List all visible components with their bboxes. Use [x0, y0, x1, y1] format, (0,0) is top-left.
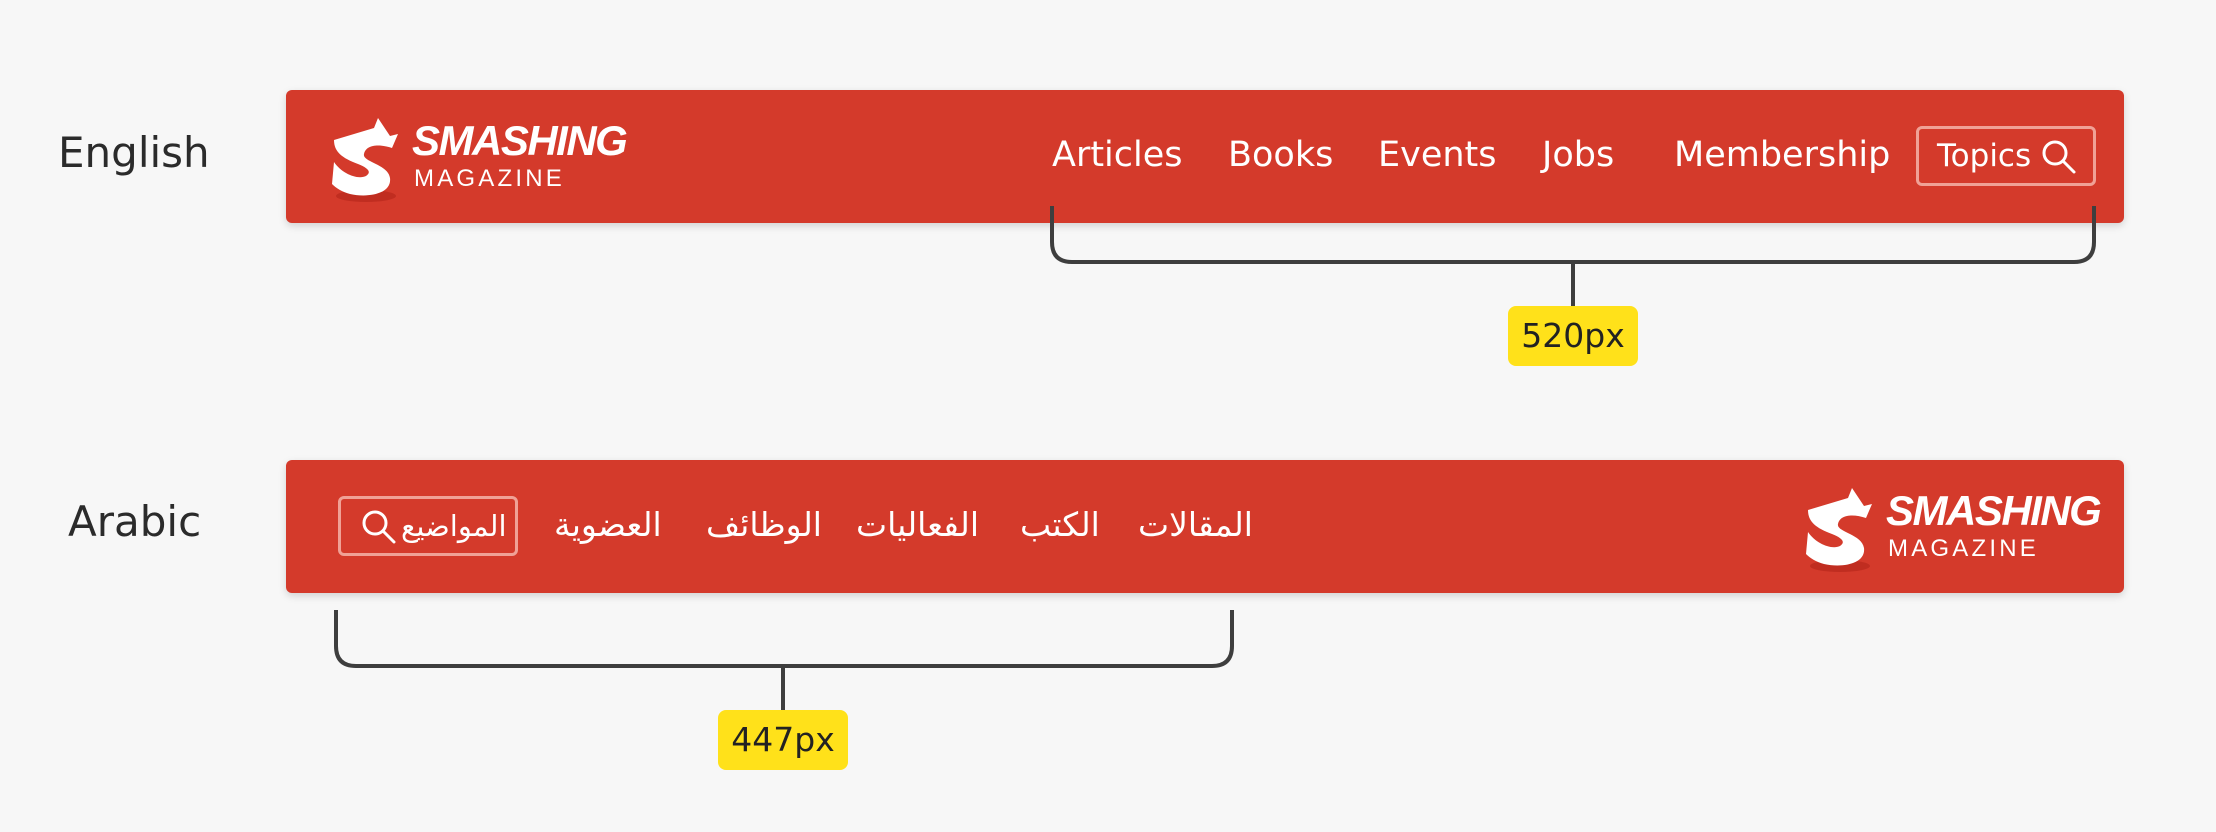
arabic-measure-bracket [334, 610, 1234, 710]
arabic-width-badge: 447px [718, 710, 848, 770]
